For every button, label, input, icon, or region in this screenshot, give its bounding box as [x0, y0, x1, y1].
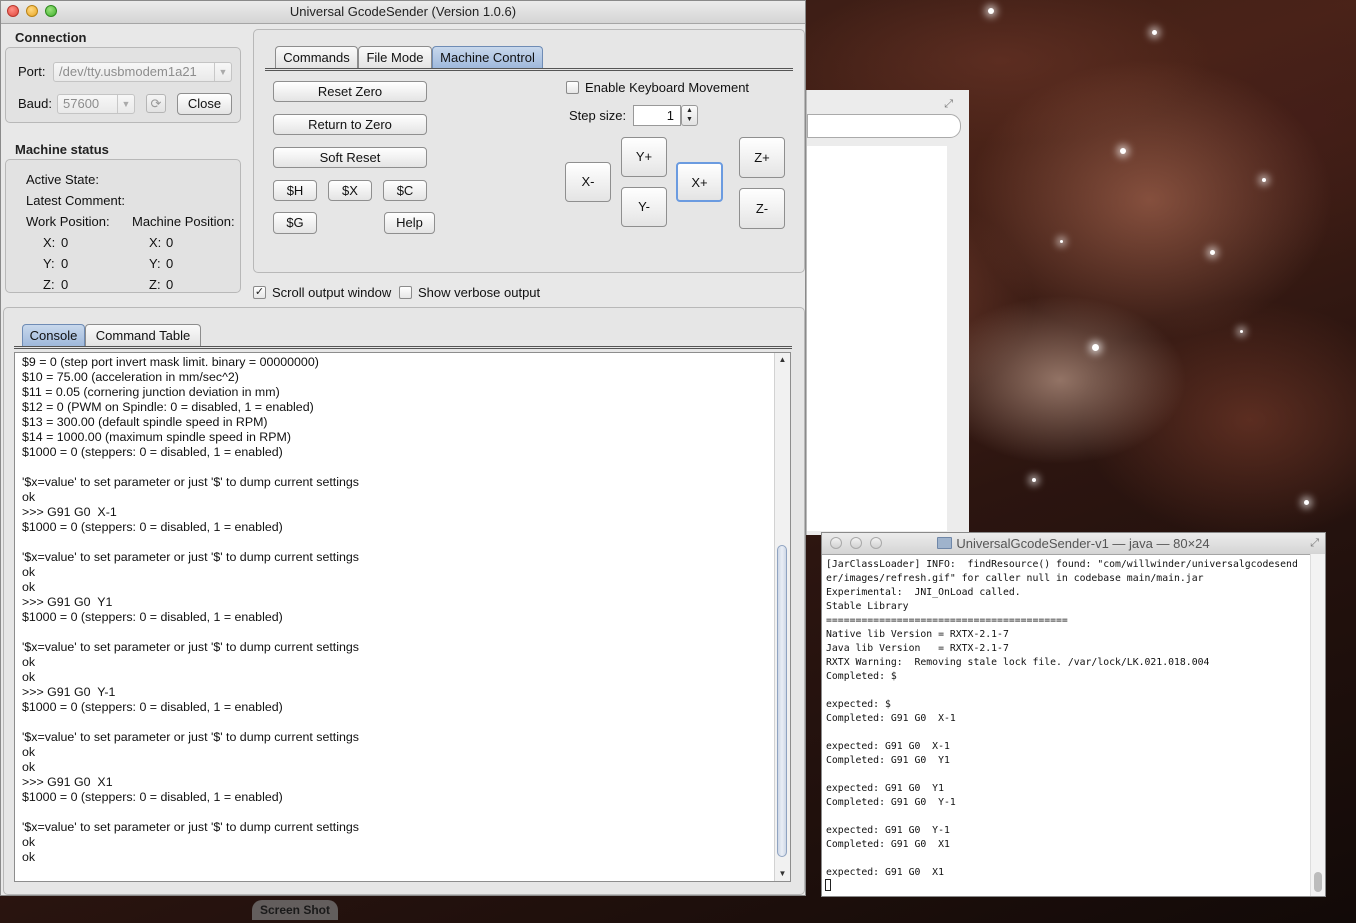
enable-keyboard-label: Enable Keyboard Movement: [585, 80, 750, 95]
terminal-titlebar[interactable]: UniversalGcodeSender-v1 — java — 80×24 ⤢: [822, 533, 1325, 555]
star: [1262, 178, 1266, 182]
x-plus-button[interactable]: X+: [676, 162, 723, 202]
console-tab-divider: [14, 346, 792, 349]
terminal-cursor: [825, 879, 831, 891]
active-state-label: Active State:: [26, 172, 99, 187]
machine-z-value: 0: [166, 277, 174, 292]
dock-screen-shot-label[interactable]: Screen Shot: [252, 900, 338, 920]
machine-y-label: Y:: [149, 256, 161, 271]
connection-title: Connection: [15, 30, 87, 45]
star: [1092, 344, 1099, 351]
star: [988, 8, 994, 14]
z-minus-button[interactable]: Z-: [739, 188, 785, 229]
port-value: /dev/tty.usbmodem1a21: [59, 64, 197, 79]
window-title: Universal GcodeSender (Version 1.0.6): [289, 4, 517, 19]
star: [1304, 500, 1309, 505]
verbose-output-checkbox[interactable]: [399, 286, 412, 299]
chevron-down-icon: ▼: [214, 63, 231, 81]
enable-keyboard-checkbox[interactable]: [566, 81, 579, 94]
search-field-partial[interactable]: [807, 114, 961, 138]
work-x-label: X:: [43, 235, 56, 250]
console-text: $9 = 0 (step port invert mask limit. bin…: [22, 355, 359, 864]
tab-command-table[interactable]: Command Table: [85, 324, 201, 346]
port-select[interactable]: /dev/tty.usbmodem1a21 ▼: [53, 62, 232, 82]
work-position-label: Work Position:: [26, 214, 110, 229]
close-window-button[interactable]: [830, 537, 842, 549]
tab-console[interactable]: Console: [22, 324, 85, 346]
terminal-output[interactable]: [JarClassLoader] INFO: findResource() fo…: [826, 558, 1298, 880]
x-minus-button[interactable]: X-: [565, 162, 611, 202]
tab-commands[interactable]: Commands: [275, 46, 358, 68]
work-z-label: Z:: [43, 277, 55, 292]
baud-select[interactable]: 57600 ▼: [57, 94, 135, 114]
machine-z-label: Z:: [149, 277, 161, 292]
star: [1210, 250, 1215, 255]
chevron-down-icon: ▼: [117, 95, 134, 113]
scrollbar-thumb[interactable]: [777, 545, 787, 857]
work-y-value: 0: [61, 256, 69, 271]
terminal-window: UniversalGcodeSender-v1 — java — 80×24 ⤢…: [821, 532, 1326, 897]
window-titlebar[interactable]: Universal GcodeSender (Version 1.0.6): [1, 1, 805, 24]
work-z-value: 0: [61, 277, 69, 292]
step-size-input[interactable]: 1: [633, 105, 681, 126]
folder-icon: [937, 537, 953, 549]
console-scrollbar[interactable]: ▲ ▼: [774, 353, 790, 881]
zoom-window-button[interactable]: [870, 537, 882, 549]
console-tab-bar: Console Command Table: [22, 324, 542, 346]
star: [1032, 478, 1036, 482]
work-x-value: 0: [61, 235, 69, 250]
soft-reset-button[interactable]: Soft Reset: [273, 147, 427, 168]
verbose-output-label: Show verbose output: [418, 285, 541, 300]
y-plus-button[interactable]: Y+: [621, 137, 667, 177]
star: [1240, 330, 1243, 333]
machine-x-value: 0: [166, 235, 174, 250]
tab-machine-control[interactable]: Machine Control: [432, 46, 543, 68]
star: [1152, 30, 1157, 35]
port-label: Port:: [18, 64, 46, 79]
machine-status-title: Machine status: [15, 142, 109, 157]
control-tab-bar: Commands File Mode Machine Control: [275, 46, 795, 68]
refresh-icon[interactable]: ⟳: [146, 94, 166, 113]
main-window: Universal GcodeSender (Version 1.0.6) Co…: [0, 0, 806, 896]
reset-zero-button[interactable]: Reset Zero: [273, 81, 427, 102]
home-command-button[interactable]: $H: [273, 180, 317, 201]
latest-comment-label: Latest Comment:: [26, 193, 125, 208]
machine-x-label: X:: [149, 235, 162, 250]
resize-icon[interactable]: ⤢: [944, 98, 953, 111]
minimize-window-button[interactable]: [26, 5, 38, 17]
terminal-title: UniversalGcodeSender-v1 — java — 80×24: [956, 536, 1210, 551]
console-output[interactable]: $9 = 0 (step port invert mask limit. bin…: [14, 352, 791, 882]
baud-value: 57600: [63, 96, 100, 111]
scroll-output-label: Scroll output window: [272, 285, 392, 300]
machine-position-label: Machine Position:: [132, 214, 235, 229]
y-minus-button[interactable]: Y-: [621, 187, 667, 227]
scroll-up-icon[interactable]: ▲: [775, 353, 790, 367]
close-button[interactable]: Close: [177, 93, 232, 115]
window-content: [807, 146, 947, 531]
return-to-zero-button[interactable]: Return to Zero: [273, 114, 427, 135]
zoom-window-button[interactable]: [45, 5, 57, 17]
kill-alarm-command-button[interactable]: $X: [328, 180, 372, 201]
minimize-window-button[interactable]: [850, 537, 862, 549]
scroll-down-icon[interactable]: ▼: [775, 867, 790, 881]
check-mode-command-button[interactable]: $C: [383, 180, 427, 201]
step-size-stepper[interactable]: ▲ ▼: [681, 105, 698, 126]
machine-y-value: 0: [166, 256, 174, 271]
background-window[interactable]: ⤢: [806, 90, 969, 535]
parser-state-command-button[interactable]: $G: [273, 212, 317, 234]
z-plus-button[interactable]: Z+: [739, 137, 785, 178]
star: [1060, 240, 1063, 243]
close-window-button[interactable]: [7, 5, 19, 17]
work-y-label: Y:: [43, 256, 55, 271]
tab-file-mode[interactable]: File Mode: [358, 46, 432, 68]
step-size-label: Step size:: [569, 108, 627, 123]
star: [1120, 148, 1126, 154]
tab-divider: [265, 68, 793, 71]
baud-label: Baud:: [18, 96, 52, 111]
resize-icon[interactable]: ⤢: [1310, 533, 1319, 554]
help-button[interactable]: Help: [384, 212, 435, 234]
scroll-output-checkbox[interactable]: ✓: [253, 286, 266, 299]
terminal-scrollbar[interactable]: [1310, 554, 1325, 896]
scrollbar-thumb[interactable]: [1314, 872, 1322, 892]
